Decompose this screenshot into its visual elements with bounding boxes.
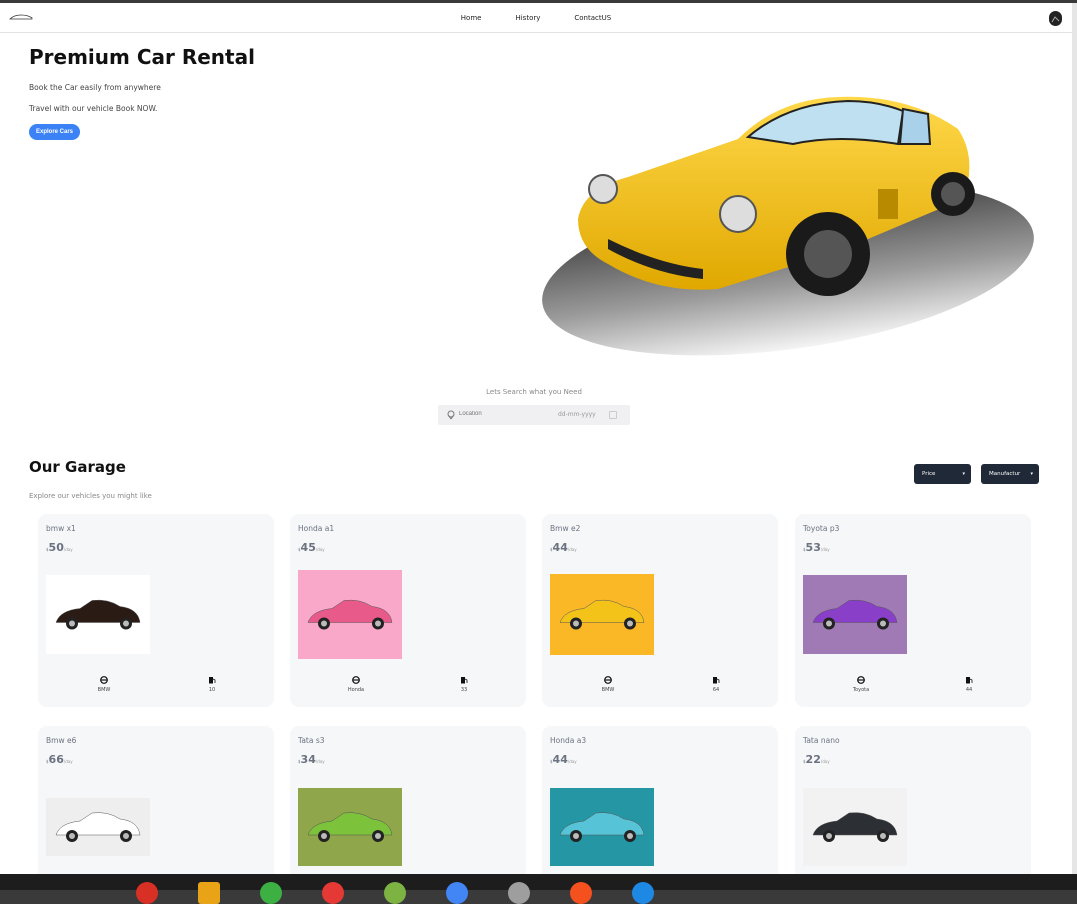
car-price: $34/day (298, 753, 325, 766)
app-icon[interactable] (508, 882, 530, 904)
car-price: $66/day (46, 753, 73, 766)
car-mileage: 44 (939, 676, 999, 693)
car-card[interactable]: Bmw e6 $66/day (38, 726, 274, 874)
car-mileage: 33 (434, 676, 494, 693)
car-card[interactable]: Toyota p3 $53/day Toyota 44 (795, 514, 1031, 707)
steering-wheel-icon (857, 676, 865, 684)
hero-tagline-2: Travel with our vehicle Book NOW. (29, 104, 158, 113)
app-icon[interactable] (570, 882, 592, 904)
fuel-pump-icon (713, 677, 720, 684)
fuel-pump-icon (461, 677, 468, 684)
car-price: $50/day (46, 541, 73, 554)
chevron-down-icon: ▾ (1030, 471, 1033, 477)
location-pin-icon (447, 410, 455, 420)
price-filter-label: Price (922, 471, 936, 477)
car-maker: BMW (74, 676, 134, 693)
car-card[interactable]: Honda a3 $44/day (542, 726, 778, 874)
steering-wheel-icon (352, 676, 360, 684)
car-price: $22/day (803, 753, 830, 766)
car-card[interactable]: Tata s3 $34/day (290, 726, 526, 874)
manufacturer-filter[interactable]: Manufactur ▾ (981, 464, 1039, 484)
car-name: Tata s3 (298, 736, 325, 745)
car-mileage: 64 (686, 676, 746, 693)
hero-tagline: Book the Car easily from anywhere (29, 83, 161, 92)
car-card[interactable]: Honda a1 $45/day Honda 33 (290, 514, 526, 707)
car-photo (298, 788, 402, 866)
car-photo (46, 575, 150, 654)
app-icon[interactable] (322, 882, 344, 904)
search-bar: dd-mm-yyyy (438, 405, 630, 425)
nav-history-link[interactable]: History (515, 14, 540, 22)
car-name: Tata nano (803, 736, 840, 745)
car-photo (550, 574, 654, 655)
app-icon[interactable] (136, 882, 158, 904)
folder-icon[interactable] (198, 882, 220, 904)
navbar: Home History ContactUS (0, 3, 1072, 33)
car-photo (803, 575, 907, 654)
calendar-icon[interactable] (609, 411, 617, 419)
car-photo (46, 798, 150, 856)
price-filter[interactable]: Price ▾ (914, 464, 971, 484)
car-name: bmw x1 (46, 524, 76, 533)
location-input[interactable] (459, 411, 539, 417)
app-icon[interactable] (260, 882, 282, 904)
car-mileage: 10 (182, 676, 242, 693)
hero-car-image (542, 96, 1034, 356)
car-card[interactable]: bmw x1 $50/day BMW 10 (38, 514, 274, 707)
car-name: Honda a3 (550, 736, 587, 745)
date-input[interactable]: dd-mm-yyyy (558, 411, 596, 418)
car-price: $44/day (550, 753, 577, 766)
car-maker: Honda (326, 676, 386, 693)
car-name: Honda a1 (298, 524, 335, 533)
app-icon[interactable] (632, 882, 654, 904)
car-maker: BMW (578, 676, 638, 693)
app-icon[interactable] (384, 882, 406, 904)
steering-wheel-icon (604, 676, 612, 684)
user-avatar-icon[interactable] (1049, 11, 1062, 26)
scrollbar[interactable] (1072, 3, 1077, 874)
steering-wheel-icon (100, 676, 108, 684)
car-card[interactable]: Tata nano $22/day (795, 726, 1031, 874)
car-photo (298, 570, 402, 659)
explore-cars-button[interactable]: Explore Cars (29, 124, 80, 140)
taskbar (0, 874, 1077, 904)
car-name: Bmw e6 (46, 736, 77, 745)
car-price: $53/day (803, 541, 830, 554)
chevron-down-icon: ▾ (962, 471, 965, 477)
fuel-pump-icon (966, 677, 973, 684)
car-photo (550, 788, 654, 866)
car-photo (803, 788, 907, 866)
browser-viewport: Home History ContactUS Premium Car Renta… (0, 3, 1072, 874)
car-card[interactable]: Bmw e2 $44/day BMW 64 (542, 514, 778, 707)
hero-title: Premium Car Rental (29, 45, 255, 69)
car-price: $44/day (550, 541, 577, 554)
nav-links: Home History ContactUS (0, 3, 1072, 33)
car-name: Bmw e2 (550, 524, 581, 533)
nav-home-link[interactable]: Home (461, 14, 482, 22)
search-title: Lets Search what you Need (486, 388, 582, 396)
car-name: Toyota p3 (803, 524, 840, 533)
garage-subtitle: Explore our vehicles you might like (29, 492, 152, 500)
fuel-pump-icon (209, 677, 216, 684)
nav-contact-link[interactable]: ContactUS (574, 14, 611, 22)
garage-title: Our Garage (29, 458, 126, 476)
car-maker: Toyota (831, 676, 891, 693)
chrome-icon[interactable] (446, 882, 468, 904)
manufacturer-filter-label: Manufactur (989, 471, 1021, 477)
car-price: $45/day (298, 541, 325, 554)
